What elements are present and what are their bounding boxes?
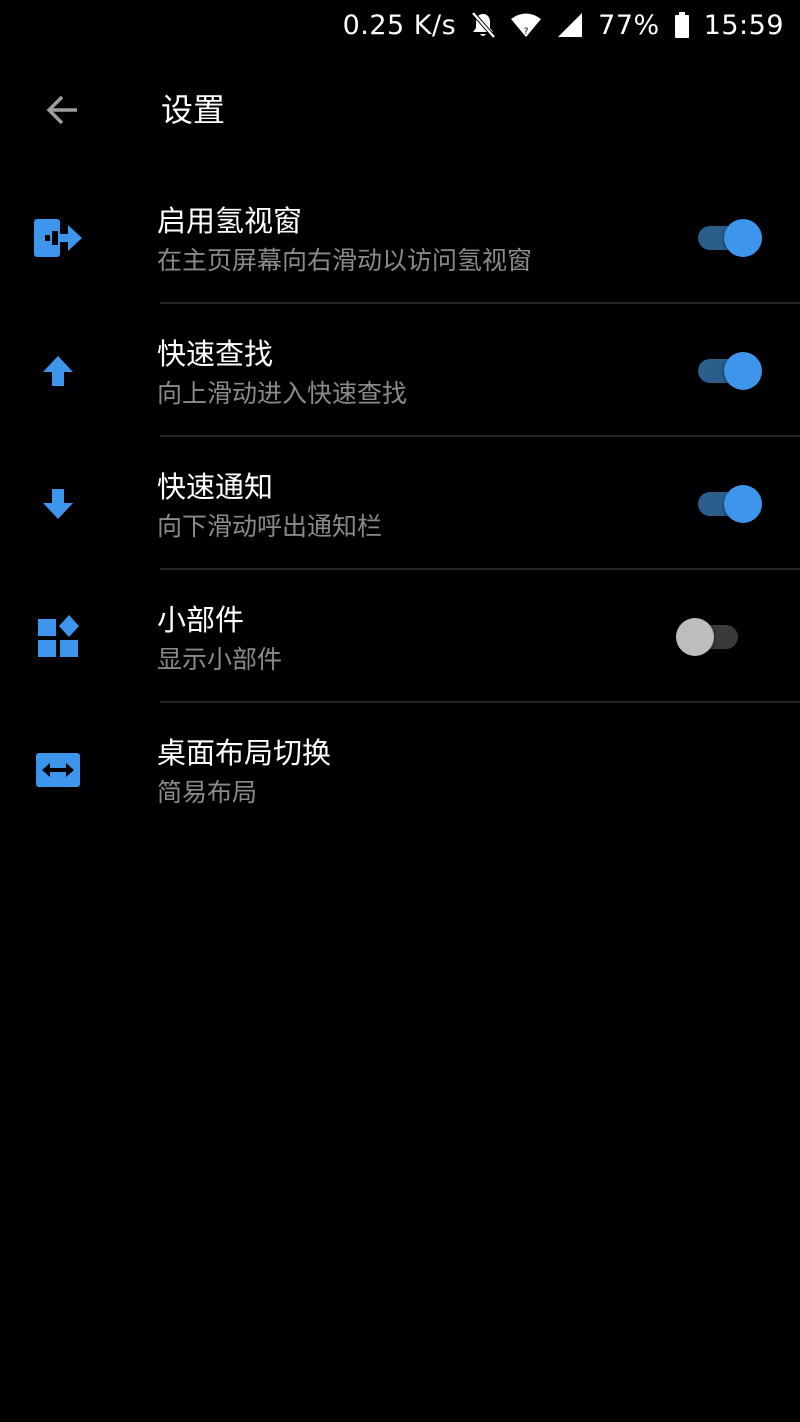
bell-off-icon: [470, 11, 496, 39]
setting-summary: 向上滑动进入快速查找: [157, 379, 408, 408]
widgets-icon: [28, 609, 88, 665]
widgets-toggle[interactable]: [676, 618, 744, 656]
status-bar: 0.25 K/s ? 77% 15:59: [0, 0, 800, 50]
wifi-icon: ?: [510, 12, 542, 38]
setting-summary: 在主页屏幕向右滑动以访问氢视窗: [157, 246, 533, 275]
quick-search-toggle[interactable]: [696, 352, 762, 390]
setting-summary: 显示小部件: [157, 645, 283, 674]
setting-title: 快速查找: [157, 337, 274, 371]
battery-percent: 77%: [598, 9, 660, 41]
setting-widgets[interactable]: 小部件 显示小部件: [0, 570, 800, 703]
setting-quick-search[interactable]: 快速查找 向上滑动进入快速查找: [0, 304, 800, 437]
app-bar: 设置: [0, 70, 800, 150]
arrow-up-icon: [28, 343, 88, 399]
toggle-thumb: [724, 352, 762, 390]
quick-notification-toggle[interactable]: [696, 485, 762, 523]
setting-title: 桌面布局切换: [157, 736, 332, 770]
setting-summary: 向下滑动呼出通知栏: [157, 512, 383, 541]
setting-hydrogen-window[interactable]: 启用氢视窗 在主页屏幕向右滑动以访问氢视窗: [0, 171, 800, 304]
exit-to-right-icon: [28, 210, 88, 266]
toggle-thumb: [724, 485, 762, 523]
hydrogen-window-toggle[interactable]: [696, 219, 762, 257]
swap-horizontal-icon: [28, 742, 88, 798]
arrow-down-icon: [28, 476, 88, 532]
setting-title: 启用氢视窗: [157, 204, 303, 238]
toggle-thumb: [724, 219, 762, 257]
settings-list: 启用氢视窗 在主页屏幕向右滑动以访问氢视窗 快速查找 向上滑动进入快速查找 快速: [0, 171, 800, 836]
battery-icon: [674, 11, 690, 39]
signal-icon: [556, 11, 584, 39]
network-speed: 0.25 K/s: [342, 9, 457, 41]
clock: 15:59: [703, 9, 784, 41]
arrow-left-icon: [46, 95, 77, 125]
toggle-thumb: [676, 618, 714, 656]
setting-desktop-layout[interactable]: 桌面布局切换 简易布局: [0, 703, 800, 836]
setting-title: 快速通知: [157, 470, 274, 504]
setting-quick-notification[interactable]: 快速通知 向下滑动呼出通知栏: [0, 437, 800, 570]
setting-title: 小部件: [157, 603, 245, 637]
setting-summary: 简易布局: [157, 778, 258, 807]
back-button[interactable]: [30, 86, 94, 134]
svg-text:?: ?: [524, 27, 529, 37]
page-title: 设置: [161, 91, 226, 129]
